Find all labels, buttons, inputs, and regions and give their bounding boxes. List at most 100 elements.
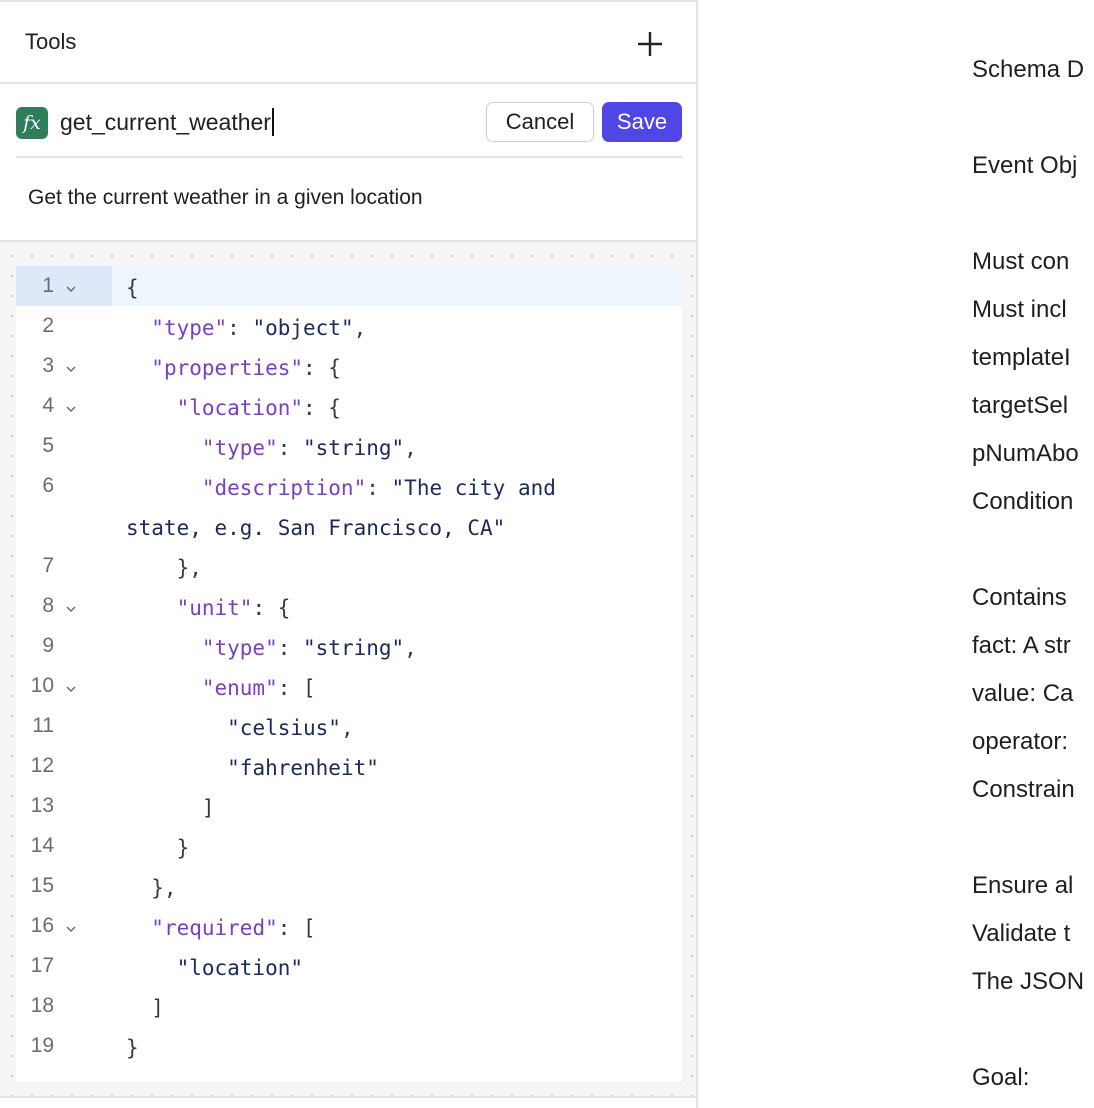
- json-punctuation-token: ,: [404, 436, 417, 460]
- chevron-down-icon[interactable]: [65, 684, 77, 694]
- code-text: "location": [126, 956, 303, 980]
- code-line[interactable]: 13 ]: [16, 786, 682, 826]
- code-text: "celsius",: [126, 716, 354, 740]
- code-line[interactable]: state, e.g. San Francisco, CA": [16, 506, 682, 546]
- code-line[interactable]: 4 "location": {: [16, 386, 682, 426]
- code-text: },: [126, 556, 202, 580]
- function-name-input[interactable]: get_current_weather: [60, 104, 460, 140]
- code-text: ]: [126, 996, 164, 1020]
- json-punctuation-token: [126, 396, 177, 420]
- line-number: 18: [30, 994, 54, 1017]
- prompt-text-line: Goal:: [972, 1064, 1030, 1091]
- json-punctuation-token: },: [126, 556, 202, 580]
- code-text: "properties": {: [126, 356, 341, 380]
- json-punctuation-token: ]: [126, 996, 164, 1020]
- json-key-token: "location": [176, 396, 304, 420]
- prompt-text-line: Must incl: [972, 296, 1067, 323]
- line-number: 8: [42, 594, 54, 617]
- line-number: 14: [30, 834, 54, 857]
- json-punctuation-token: },: [126, 876, 177, 900]
- prompt-text-line: Condition: [972, 488, 1074, 515]
- code-line[interactable]: 7 },: [16, 546, 682, 586]
- prompt-text-line: Contains: [972, 584, 1067, 611]
- code-line[interactable]: 3 "properties": {: [16, 346, 682, 386]
- json-punctuation-token: : {: [303, 356, 341, 380]
- chevron-down-icon[interactable]: [65, 404, 77, 414]
- prompt-text-line: operator:: [972, 728, 1069, 755]
- function-description[interactable]: Get the current weather in a given locat…: [28, 186, 423, 210]
- json-punctuation-token: ,: [340, 716, 354, 740]
- line-number: 10: [30, 674, 54, 697]
- code-text: "type": "string",: [126, 436, 417, 460]
- json-punctuation-token: }: [126, 836, 190, 860]
- chevron-down-icon[interactable]: [65, 924, 77, 934]
- code-line[interactable]: 8 "unit": {: [16, 586, 682, 626]
- code-text: "fahrenheit": [126, 756, 379, 780]
- prompt-text-line: fact: A str: [972, 632, 1071, 659]
- code-line[interactable]: 6 "description": "The city and: [16, 466, 682, 506]
- line-number: 15: [30, 874, 54, 897]
- code-text: "type": "object",: [126, 316, 366, 340]
- line-number: 3: [42, 354, 54, 377]
- json-string-token: "The city and: [391, 476, 556, 500]
- json-punctuation-token: }: [126, 1036, 139, 1060]
- code-line[interactable]: 12 "fahrenheit": [16, 746, 682, 786]
- code-line[interactable]: 16 "required": [: [16, 906, 682, 946]
- json-punctuation-token: ]: [126, 796, 215, 820]
- line-number: 17: [30, 954, 54, 977]
- function-edit-row: fx get_current_weather Cancel Save: [16, 86, 682, 158]
- cancel-button[interactable]: Cancel: [486, 102, 594, 142]
- chevron-down-icon[interactable]: [65, 364, 77, 374]
- prompt-text-line: The JSON: [972, 968, 1085, 995]
- line-number: 9: [42, 634, 54, 657]
- line-number: 2: [42, 314, 54, 337]
- line-number: 4: [42, 394, 54, 417]
- code-line[interactable]: 18 ]: [16, 986, 682, 1026]
- json-punctuation-token: [126, 756, 227, 780]
- json-punctuation-token: : [: [277, 916, 316, 940]
- json-punctuation-token: ,: [404, 636, 417, 660]
- code-text: state, e.g. San Francisco, CA": [126, 516, 505, 540]
- json-punctuation-token: [126, 636, 202, 660]
- code-line[interactable]: 14 }: [16, 826, 682, 866]
- prompt-text-line: Schema D: [972, 56, 1085, 83]
- fx-icon: fx: [16, 107, 48, 139]
- json-punctuation-token: {: [126, 276, 139, 300]
- code-line[interactable]: 15 },: [16, 866, 682, 906]
- json-schema-editor[interactable]: 1{2 "type": "object", 3 "properties": {4 …: [16, 266, 682, 1082]
- json-key-token: "description": [201, 476, 367, 500]
- json-string-token: state, e.g. San Francisco, CA": [126, 516, 506, 540]
- code-line[interactable]: 2 "type": "object",: [16, 306, 682, 346]
- code-text: "type": "string",: [126, 636, 417, 660]
- json-punctuation-token: [126, 316, 151, 340]
- json-punctuation-token: [126, 436, 202, 460]
- json-punctuation-token: : [: [277, 676, 316, 700]
- line-number: 7: [42, 554, 54, 577]
- code-line[interactable]: 19}: [16, 1026, 682, 1066]
- chevron-down-icon[interactable]: [65, 284, 77, 294]
- plus-icon[interactable]: [634, 28, 666, 60]
- chevron-down-icon[interactable]: [65, 604, 77, 614]
- prompt-text-line: Must con: [972, 248, 1070, 275]
- text-caret: [271, 108, 274, 136]
- editor-canvas: 1{2 "type": "object", 3 "properties": {4 …: [0, 240, 696, 1098]
- tools-panel: Tools fx get_current_weather Cancel Save…: [0, 0, 698, 1108]
- code-text: "description": "The city and: [126, 476, 556, 500]
- code-line[interactable]: 17 "location": [16, 946, 682, 986]
- prompt-panel: Schema D Event Obj Must con Must incl templa…: [700, 0, 1094, 1108]
- code-line[interactable]: 10 "enum": [: [16, 666, 682, 706]
- code-text: "required": [: [126, 916, 316, 940]
- json-punctuation-token: [126, 676, 202, 700]
- code-line[interactable]: 9 "type": "string",: [16, 626, 682, 666]
- prompt-text-line: Event Obj: [972, 152, 1078, 179]
- code-line[interactable]: 5 "type": "string",: [16, 426, 682, 466]
- save-button[interactable]: Save: [602, 102, 682, 142]
- prompt-text-line: value: Ca: [972, 680, 1074, 707]
- code-line[interactable]: 1{: [16, 266, 682, 306]
- json-key-token: "properties": [151, 356, 304, 380]
- code-text: {: [126, 276, 139, 300]
- json-punctuation-token: [126, 916, 151, 940]
- line-number: 1: [42, 274, 54, 297]
- code-line[interactable]: 11 "celsius",: [16, 706, 682, 746]
- line-number: 16: [30, 914, 54, 937]
